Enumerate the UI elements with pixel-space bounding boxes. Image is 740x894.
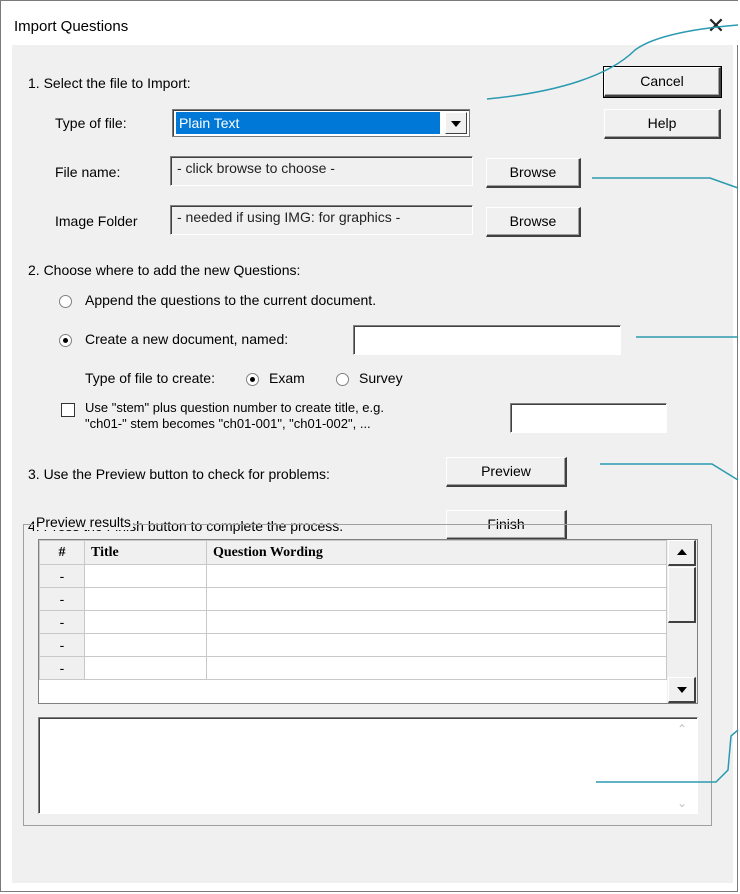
preview-results-label: Preview results [34,514,133,530]
title-bar: Import Questions ✕ [1,1,739,45]
image-folder-label: Image Folder [55,213,138,229]
file-type-selected-value: Plain Text [176,112,440,134]
scrollbar-thumb[interactable] [668,567,696,623]
cancel-button[interactable]: Cancel [603,66,722,98]
append-label[interactable]: Append the questions to the current docu… [85,292,376,308]
file-type-select[interactable]: Plain Text [172,109,470,137]
title-cell[interactable] [84,633,207,657]
use-stem-checkbox[interactable] [61,403,75,417]
preview-button[interactable]: Preview [446,457,567,487]
survey-radio[interactable] [336,373,349,386]
scroll-up-arrow-icon[interactable] [668,540,696,566]
browse-image-folder-button[interactable]: Browse [486,207,581,237]
dropdown-arrow-icon[interactable] [445,112,467,134]
survey-label[interactable]: Survey [359,370,403,386]
stem-input[interactable] [510,403,667,433]
column-header-number[interactable]: # [39,540,85,565]
title-cell[interactable] [84,656,207,680]
type-of-file-label: Type of file: [55,115,127,131]
table-header-row: # Title Question Wording [39,540,667,565]
wording-cell[interactable] [206,587,667,611]
append-radio[interactable] [59,295,72,308]
title-cell[interactable] [84,587,207,611]
table-row[interactable]: - [39,587,667,611]
preview-results-grid[interactable]: # Title Question Wording - - - - - [38,539,698,704]
preview-detail-textarea[interactable]: ⌃ ⌄ [38,717,698,814]
wording-cell[interactable] [206,633,667,657]
browse-file-button[interactable]: Browse [486,158,581,188]
row-number-cell: - [39,656,85,680]
table-row[interactable]: - [39,610,667,634]
help-button[interactable]: Help [604,109,721,139]
step3-text: 3. Use the Preview button to check for p… [28,466,330,482]
column-header-question-wording[interactable]: Question Wording [206,540,667,565]
title-cell[interactable] [84,564,207,588]
wording-cell[interactable] [206,564,667,588]
close-icon[interactable]: ✕ [701,12,731,40]
create-new-label[interactable]: Create a new document, named: [85,331,288,347]
wording-cell[interactable] [206,610,667,634]
exam-radio[interactable] [246,373,259,386]
step1-heading: 1. Select the file to Import: [28,75,191,91]
memo-scroll-up-icon[interactable]: ⌃ [677,722,687,736]
grid-vertical-scrollbar[interactable] [667,540,697,703]
title-cell[interactable] [84,610,207,634]
table-row[interactable]: - [39,564,667,588]
file-type-to-create-label: Type of file to create: [85,370,215,386]
use-stem-label-line2: "ch01-" stem becomes "ch01-001", "ch01-0… [85,416,371,431]
dialog-title: Import Questions [14,18,129,35]
row-number-cell: - [39,587,85,611]
memo-scroll-down-icon[interactable]: ⌄ [677,796,687,810]
preview-table: # Title Question Wording - - - - - [39,540,667,680]
create-new-radio[interactable] [59,334,72,347]
table-row[interactable]: - [39,656,667,680]
wording-cell[interactable] [206,656,667,680]
file-name-field[interactable]: - click browse to choose - [170,156,473,186]
file-name-label: File name: [55,164,121,180]
exam-label[interactable]: Exam [269,370,305,386]
row-number-cell: - [39,610,85,634]
step2-heading: 2. Choose where to add the new Questions… [28,262,301,278]
row-number-cell: - [39,633,85,657]
scroll-down-arrow-icon[interactable] [668,677,696,703]
column-header-title[interactable]: Title [84,540,207,565]
import-questions-dialog: Import Questions ✕ 1. Select the file to… [0,0,739,892]
table-row[interactable]: - [39,633,667,657]
use-stem-label-line1[interactable]: Use "stem" plus question number to creat… [85,400,384,415]
row-number-cell: - [39,564,85,588]
image-folder-field[interactable]: - needed if using IMG: for graphics - [170,205,473,235]
new-document-name-input[interactable] [353,325,621,355]
